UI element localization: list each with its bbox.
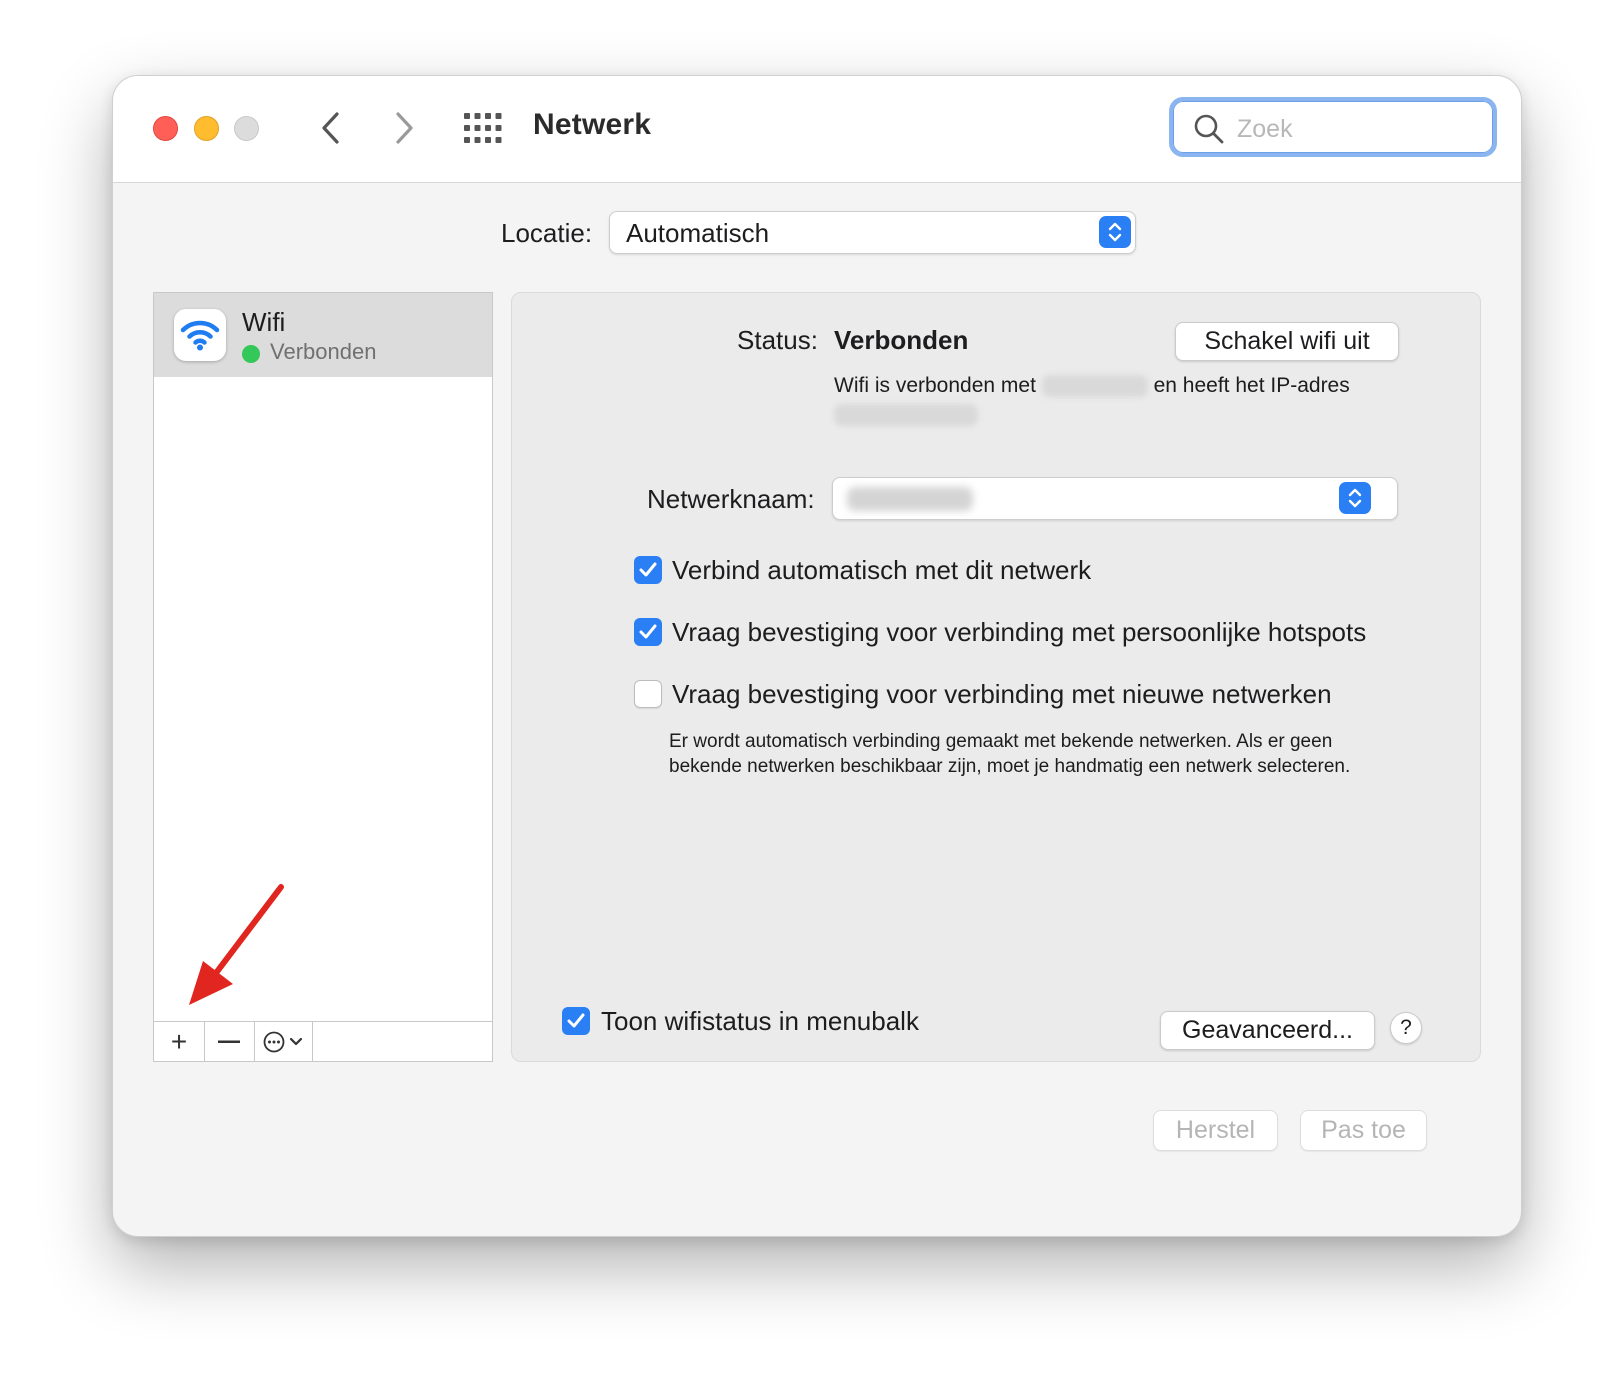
status-indicator-dot bbox=[242, 345, 260, 363]
sidebar-item-status: Verbonden bbox=[270, 339, 377, 364]
remove-service-button[interactable] bbox=[204, 1022, 255, 1061]
ask-hotspots-checkbox[interactable] bbox=[634, 618, 662, 646]
zoom-window-button[interactable] bbox=[234, 116, 259, 141]
popup-stepper-icon bbox=[1099, 216, 1131, 248]
minus-icon bbox=[218, 1040, 240, 1043]
show-in-menubar-label[interactable]: Toon wifistatus in menubalk bbox=[601, 1006, 919, 1037]
status-value: Verbonden bbox=[834, 325, 969, 355]
auto-join-checkbox[interactable] bbox=[634, 556, 662, 584]
title-bar: Netwerk bbox=[113, 76, 1521, 183]
service-actions-menu-button[interactable] bbox=[254, 1022, 313, 1061]
chevron-right-icon bbox=[396, 112, 413, 144]
show-all-grid-icon[interactable] bbox=[464, 113, 502, 143]
network-name-select[interactable] bbox=[832, 477, 1398, 520]
forward-button[interactable] bbox=[382, 106, 426, 150]
location-label: Locatie: bbox=[501, 218, 593, 248]
sidebar-item-label: Wifi bbox=[242, 307, 286, 337]
description-middle: en heeft het IP-adres bbox=[1153, 374, 1350, 397]
search-input[interactable] bbox=[1235, 109, 1479, 149]
checkmark-icon bbox=[639, 624, 657, 639]
ask-hotspots-label[interactable]: Vraag bevestiging voor verbinding met pe… bbox=[672, 617, 1366, 648]
back-button[interactable] bbox=[309, 106, 353, 150]
status-label: Status: bbox=[737, 325, 818, 355]
sidebar-item-wifi[interactable]: Wifi Verbonden bbox=[154, 293, 492, 377]
ask-new-networks-checkbox[interactable] bbox=[634, 680, 662, 708]
ellipsis-circle-icon bbox=[263, 1031, 285, 1052]
add-service-button[interactable]: + bbox=[154, 1022, 205, 1061]
advanced-button[interactable]: Geavanceerd... bbox=[1160, 1011, 1375, 1050]
chevron-left-icon bbox=[322, 112, 339, 144]
minimize-window-button[interactable] bbox=[194, 116, 219, 141]
help-button[interactable]: ? bbox=[1390, 1012, 1422, 1044]
checkmark-icon bbox=[567, 1013, 585, 1028]
ask-new-networks-label[interactable]: Vraag bevestiging voor verbinding met ni… bbox=[672, 679, 1332, 710]
turn-wifi-off-button[interactable]: Schakel wifi uit bbox=[1175, 322, 1399, 361]
revert-button[interactable]: Herstel bbox=[1153, 1110, 1278, 1151]
close-window-button[interactable] bbox=[153, 116, 178, 141]
network-name-label: Netwerknaam: bbox=[647, 484, 815, 514]
checkmark-icon bbox=[639, 562, 657, 577]
show-in-menubar-checkbox[interactable] bbox=[562, 1007, 590, 1035]
apply-button[interactable]: Pas toe bbox=[1300, 1110, 1427, 1151]
wifi-settings-panel: Status: Verbonden Schakel wifi uit Wifi … bbox=[511, 292, 1481, 1062]
window-title: Netwerk bbox=[533, 108, 652, 141]
popup-stepper-icon bbox=[1339, 482, 1371, 514]
network-preferences-window: Netwerk Locatie: Automatisch bbox=[112, 75, 1522, 1237]
search-icon bbox=[1194, 114, 1224, 144]
auto-join-label[interactable]: Verbind automatisch met dit netwerk bbox=[672, 555, 1091, 586]
connection-description: Wifi is verbonden met en heeft het IP-ad… bbox=[834, 371, 1364, 429]
location-value: Automatisch bbox=[626, 218, 770, 248]
annotation-arrow-icon bbox=[189, 884, 284, 1005]
search-field[interactable] bbox=[1169, 97, 1497, 157]
location-select[interactable]: Automatisch bbox=[609, 211, 1136, 254]
redacted-network-value bbox=[847, 487, 973, 511]
service-list-toolbar: + bbox=[154, 1021, 492, 1061]
redacted-ip-address bbox=[834, 404, 978, 427]
wifi-icon bbox=[174, 309, 226, 361]
redacted-network-name bbox=[1041, 375, 1148, 398]
chevron-down-icon bbox=[289, 1037, 303, 1045]
description-prefix: Wifi is verbonden met bbox=[834, 374, 1036, 397]
auto-join-note: Er wordt automatisch verbinding gemaakt … bbox=[669, 731, 1351, 777]
